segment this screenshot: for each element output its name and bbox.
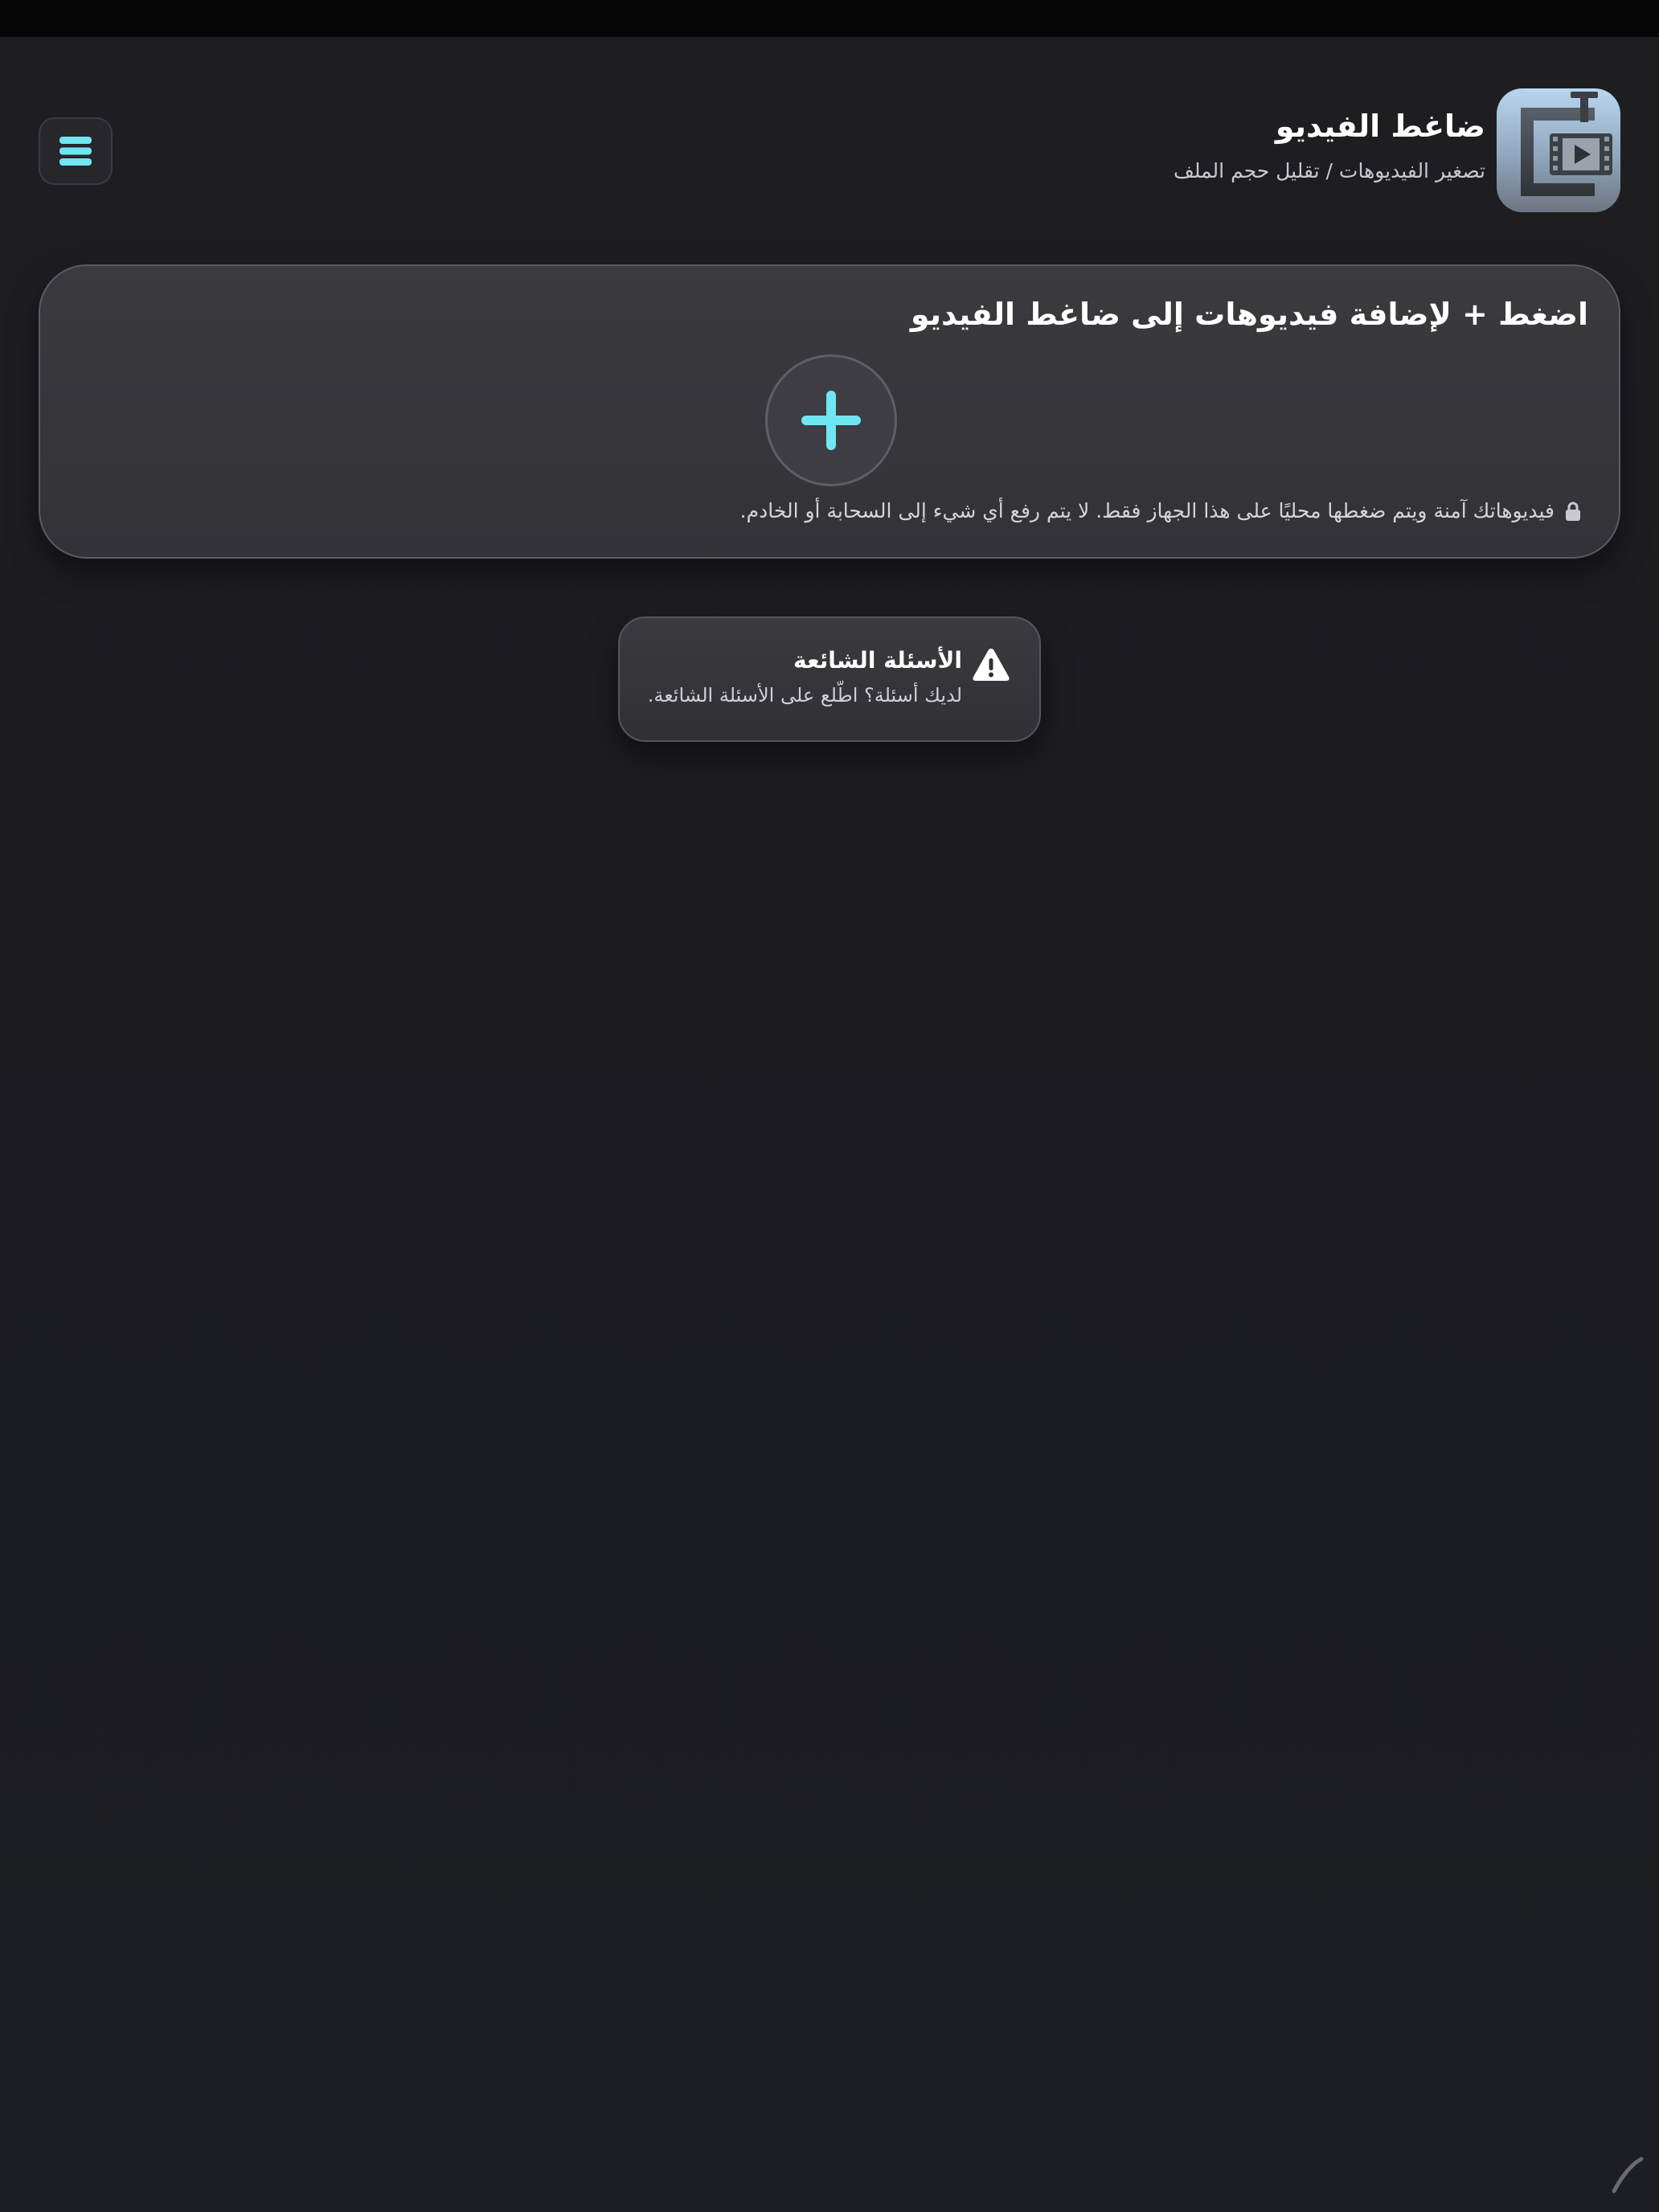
- video-compressor-app-icon: [1497, 88, 1620, 212]
- add-video-button[interactable]: [765, 354, 897, 486]
- warning-icon: [973, 649, 1010, 681]
- faq-text: لديك أسئلة؟ اطّلع على الأسئلة الشائعة.: [647, 684, 962, 707]
- video-compressor-clamp-icon: [1521, 92, 1612, 196]
- corner-scroll-indicator-icon: [1612, 2157, 1644, 2194]
- faq-card[interactable]: الأسئلة الشائعة لديك أسئلة؟ اطّلع على ال…: [618, 616, 1041, 742]
- faq-title: الأسئلة الشائعة: [793, 647, 962, 674]
- menu-button[interactable]: [39, 117, 113, 185]
- status-bar: [0, 0, 1659, 37]
- add-videos-card: اضغط + لإضافة فيديوهات إلى ضاغط الفيديو …: [39, 264, 1620, 559]
- privacy-text: فيديوهاتك آمنة ويتم ضغطها محليًا على هذا…: [739, 499, 1555, 522]
- lock-icon: [1566, 502, 1580, 521]
- app-title: ضاغط الفيديو: [1275, 109, 1485, 144]
- add-videos-title: اضغط + لإضافة فيديوهات إلى ضاغط الفيديو: [910, 297, 1588, 332]
- privacy-notice: فيديوهاتك آمنة ويتم ضغطها محليًا على هذا…: [740, 499, 1580, 522]
- hamburger-menu-icon: [59, 137, 92, 166]
- plus-icon: [801, 391, 861, 450]
- app-subtitle: تصغير الفيديوهات / تقليل حجم الملف: [1173, 159, 1485, 182]
